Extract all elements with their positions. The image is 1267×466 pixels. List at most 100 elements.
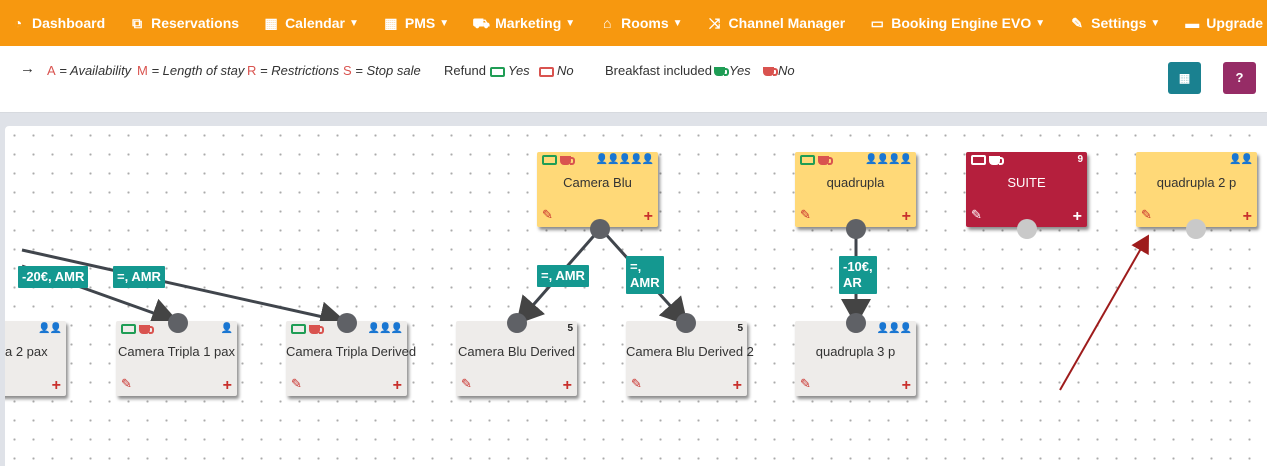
add-plus-icon[interactable]: + xyxy=(1073,209,1082,225)
shuffle-icon: ⤨ xyxy=(708,15,721,31)
cart-icon: ⛟ xyxy=(472,15,490,31)
node-port[interactable] xyxy=(846,313,866,333)
edit-pencil-icon[interactable]: ✎ xyxy=(542,207,553,223)
legend-breakfast-no: No xyxy=(763,63,795,78)
coffee-cup-icon xyxy=(763,67,778,77)
nav-calendar[interactable]: ▦ Calendar ▼ xyxy=(262,15,359,31)
edit-pencil-icon[interactable]: ✎ xyxy=(971,207,982,223)
chevron-down-icon: ▼ xyxy=(1035,17,1046,29)
node-title: quadrupla 2 p xyxy=(1156,175,1237,190)
layout-button[interactable]: ▦ xyxy=(1168,62,1201,94)
node-port[interactable] xyxy=(168,313,188,333)
nav-dashboard[interactable]: ◔ Dashboard xyxy=(9,15,105,31)
node-title: a 2 pax xyxy=(5,344,48,359)
arrow-icon: → xyxy=(20,60,35,77)
node-port[interactable] xyxy=(846,219,866,239)
room-node-camera-blu[interactable]: 👤👤👤👤👤 Camera Blu ✎ + xyxy=(537,152,658,227)
legend-restrictions: R = Restrictions xyxy=(247,63,340,78)
breakfast-no-icon xyxy=(560,155,575,165)
add-plus-icon[interactable]: + xyxy=(563,378,572,394)
edge-label[interactable]: -10€, AR xyxy=(839,256,877,294)
node-port[interactable] xyxy=(337,313,357,333)
node-port[interactable] xyxy=(590,219,610,239)
edit-pencil-icon[interactable]: ✎ xyxy=(631,376,642,392)
node-port[interactable] xyxy=(1017,219,1037,239)
nav-channel-manager[interactable]: ⤨ Channel Manager xyxy=(706,15,845,31)
edge-label[interactable]: =, AMR xyxy=(113,266,165,288)
room-node-quadrupla-2p[interactable]: 👤👤 quadrupla 2 p ✎ + xyxy=(1136,152,1257,227)
coffee-cup-icon xyxy=(714,67,729,77)
monitor-icon: ▭ xyxy=(870,15,884,31)
chevron-down-icon: ▼ xyxy=(348,17,359,29)
node-title: Camera Tripla 1 pax xyxy=(117,344,236,359)
refund-yes-icon xyxy=(291,324,306,334)
nav-reservations[interactable]: ⧉ Reservations xyxy=(128,15,239,31)
cash-icon xyxy=(539,66,554,77)
add-plus-icon[interactable]: + xyxy=(393,378,402,394)
node-title: quadrupla xyxy=(826,175,885,190)
cash-icon xyxy=(490,66,505,77)
pms-grid-icon: ▦ xyxy=(384,15,398,31)
occupancy-icon: 👤👤👤 xyxy=(876,323,912,334)
occupancy-icon: 👤 xyxy=(220,323,233,334)
occupancy-icon: 👤👤👤 xyxy=(367,323,403,334)
nav-upgrade[interactable]: ▬Upgrade▼ xyxy=(1183,15,1267,31)
edit-pencil-icon[interactable]: ✎ xyxy=(291,376,302,392)
breakfast-no-icon xyxy=(818,155,833,165)
nav-settings[interactable]: ✎ Settings ▼ xyxy=(1068,15,1160,31)
edge-label[interactable]: =, AMR xyxy=(626,256,664,294)
arrow-annotation xyxy=(1059,234,1149,391)
add-plus-icon[interactable]: + xyxy=(223,378,232,394)
chevron-down-icon: ▼ xyxy=(565,17,576,29)
reservations-icon: ⧉ xyxy=(132,15,143,31)
legend-length-of-stay: M = Length of stay xyxy=(137,63,245,78)
add-plus-icon[interactable]: + xyxy=(902,209,911,225)
edit-pencil-icon[interactable]: ✎ xyxy=(461,376,472,392)
edge-label[interactable]: =, AMR xyxy=(537,265,589,287)
node-title: Camera Blu Derived 2 xyxy=(626,344,754,359)
node-port[interactable] xyxy=(507,313,527,333)
occupancy-icon: 5 xyxy=(737,323,742,334)
occupancy-icon: 9 xyxy=(1077,154,1082,165)
legend-breakfast-label: Breakfast included xyxy=(605,63,712,78)
add-plus-icon[interactable]: + xyxy=(644,209,653,225)
nav-rooms[interactable]: ⌂ Rooms ▼ xyxy=(598,15,683,31)
edge-label[interactable]: -20€, AMR xyxy=(18,266,89,288)
edit-pencil-icon[interactable]: ✎ xyxy=(800,376,811,392)
legend-refund-yes: Yes xyxy=(490,63,530,78)
add-plus-icon[interactable]: + xyxy=(52,378,61,394)
edit-pencil-icon[interactable]: ✎ xyxy=(1141,207,1152,223)
room-node-suite[interactable]: 9 SUITE ✎ + xyxy=(966,152,1087,227)
occupancy-icon: 👤👤👤👤 xyxy=(865,154,912,165)
refund-yes-icon xyxy=(800,155,815,165)
room-node-tripla-2pax[interactable]: 👤👤 a 2 pax + xyxy=(5,321,66,396)
help-button[interactable]: ? xyxy=(1223,62,1256,94)
refund-yes-icon xyxy=(542,155,557,165)
edit-pencil-icon[interactable]: ✎ xyxy=(800,207,811,223)
calendar-icon: ▦ xyxy=(264,15,278,31)
nav-booking-engine[interactable]: ▭ Booking Engine EVO ▼ xyxy=(868,15,1046,31)
node-title: Camera Blu xyxy=(563,175,632,190)
breakfast-icon xyxy=(989,155,1004,165)
add-plus-icon[interactable]: + xyxy=(733,378,742,394)
wrench-icon: ✎ xyxy=(1071,15,1084,31)
add-plus-icon[interactable]: + xyxy=(1243,209,1252,225)
breakfast-no-icon xyxy=(139,324,154,334)
legend-breakfast-yes: Yes xyxy=(714,63,751,78)
add-plus-icon[interactable]: + xyxy=(902,378,911,394)
legend-refund-label: Refund xyxy=(444,63,486,78)
node-title: quadrupla 3 p xyxy=(815,344,896,359)
nav-pms[interactable]: ▦ PMS ▼ xyxy=(382,15,449,31)
node-port[interactable] xyxy=(1186,219,1206,239)
edit-pencil-icon[interactable]: ✎ xyxy=(121,376,132,392)
nav-marketing[interactable]: ⛟ Marketing ▼ xyxy=(472,15,575,31)
room-node-quadrupla[interactable]: 👤👤👤👤 quadrupla ✎ + xyxy=(795,152,916,227)
node-port[interactable] xyxy=(676,313,696,333)
rate-tree-canvas[interactable]: 👤👤👤👤👤 Camera Blu ✎ + 👤👤👤👤 quadrupla ✎ + … xyxy=(5,126,1267,466)
refund-yes-icon xyxy=(121,324,136,334)
legend-stop-sale: S = Stop sale xyxy=(343,63,421,78)
chevron-down-icon: ▼ xyxy=(672,17,683,29)
occupancy-icon: 5 xyxy=(567,323,572,334)
occupancy-icon: 👤👤 xyxy=(38,323,62,334)
chevron-down-icon: ▼ xyxy=(439,17,450,29)
